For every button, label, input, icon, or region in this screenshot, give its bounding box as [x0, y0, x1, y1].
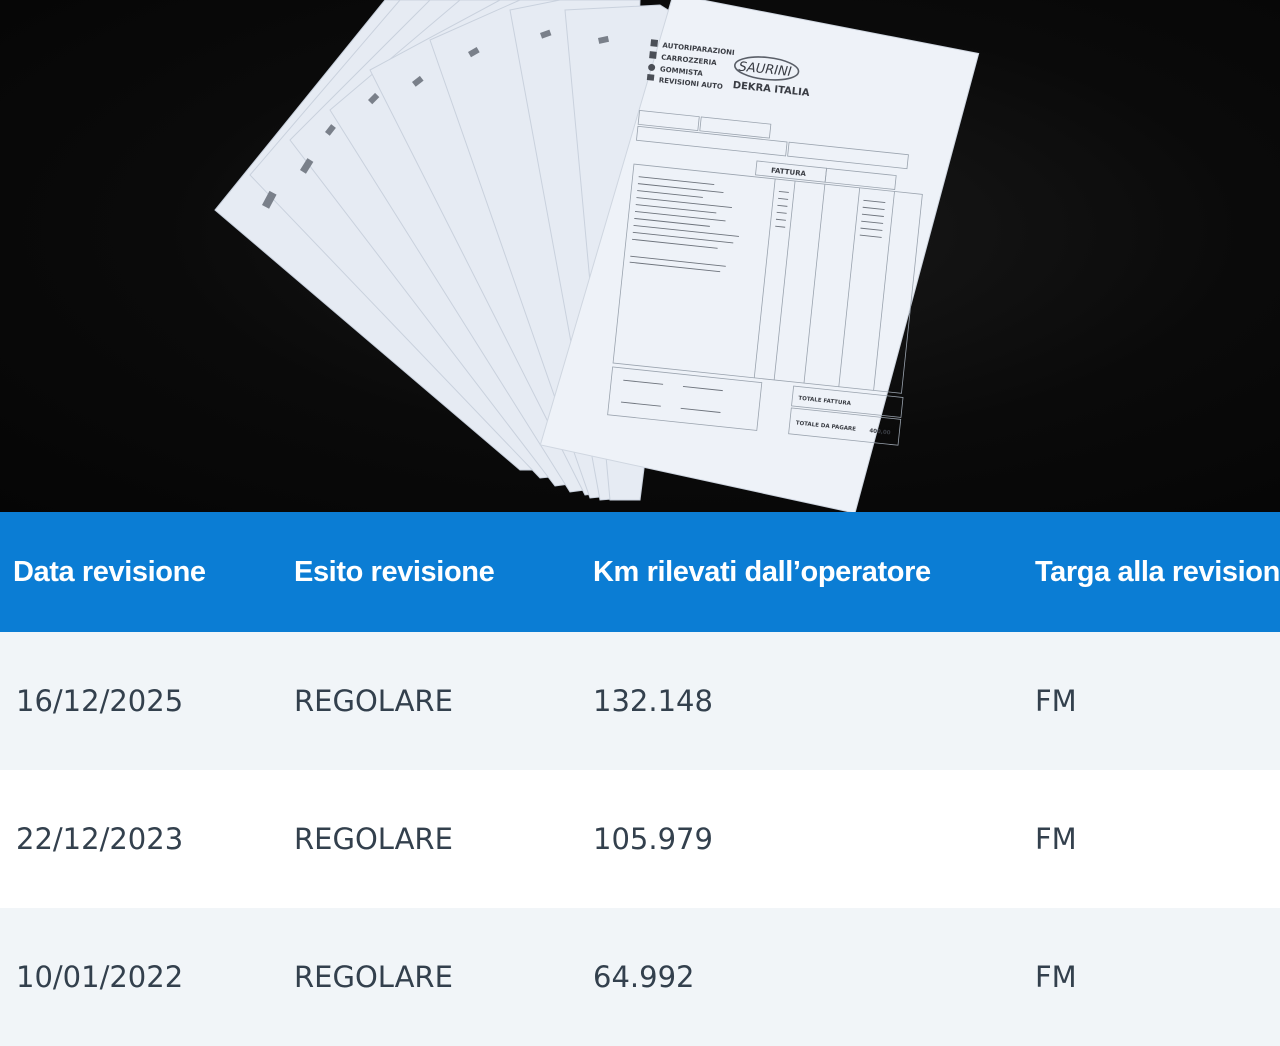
cell-plate: FM [1035, 822, 1077, 856]
table-header-row: Data revisione Esito revisione Km rileva… [0, 512, 1280, 632]
revisions-table: Data revisione Esito revisione Km rileva… [0, 512, 1280, 1046]
cell-result: REGOLARE [294, 822, 453, 856]
cell-plate: FM [1035, 684, 1077, 718]
cell-plate: FM [1035, 960, 1077, 994]
cell-km: 105.979 [593, 822, 713, 856]
header-esito-revisione: Esito revisione [294, 555, 495, 588]
cell-result: REGOLARE [294, 960, 453, 994]
cell-date: 22/12/2023 [16, 822, 184, 856]
invoices-photo: AUTORIPARAZIONI CARROZZERIA GOMMISTA REV… [0, 0, 1280, 512]
table-row: 22/12/2023 REGOLARE 105.979 FM [0, 770, 1280, 908]
table-row: 16/12/2025 REGOLARE 132.148 FM [0, 632, 1280, 770]
header-targa: Targa alla revisione [1035, 555, 1280, 588]
cell-km: 132.148 [593, 684, 713, 718]
cell-date: 10/01/2022 [16, 960, 184, 994]
header-km-rilevati: Km rilevati dall’operatore [593, 555, 931, 588]
cell-date: 16/12/2025 [16, 684, 184, 718]
header-data-revisione: Data revisione [13, 555, 206, 588]
cell-km: 64.992 [593, 960, 695, 994]
table-row: 10/01/2022 REGOLARE 64.992 FM [0, 908, 1280, 1046]
fanned-invoices-image: AUTORIPARAZIONI CARROZZERIA GOMMISTA REV… [214, 0, 980, 512]
cell-result: REGOLARE [294, 684, 453, 718]
